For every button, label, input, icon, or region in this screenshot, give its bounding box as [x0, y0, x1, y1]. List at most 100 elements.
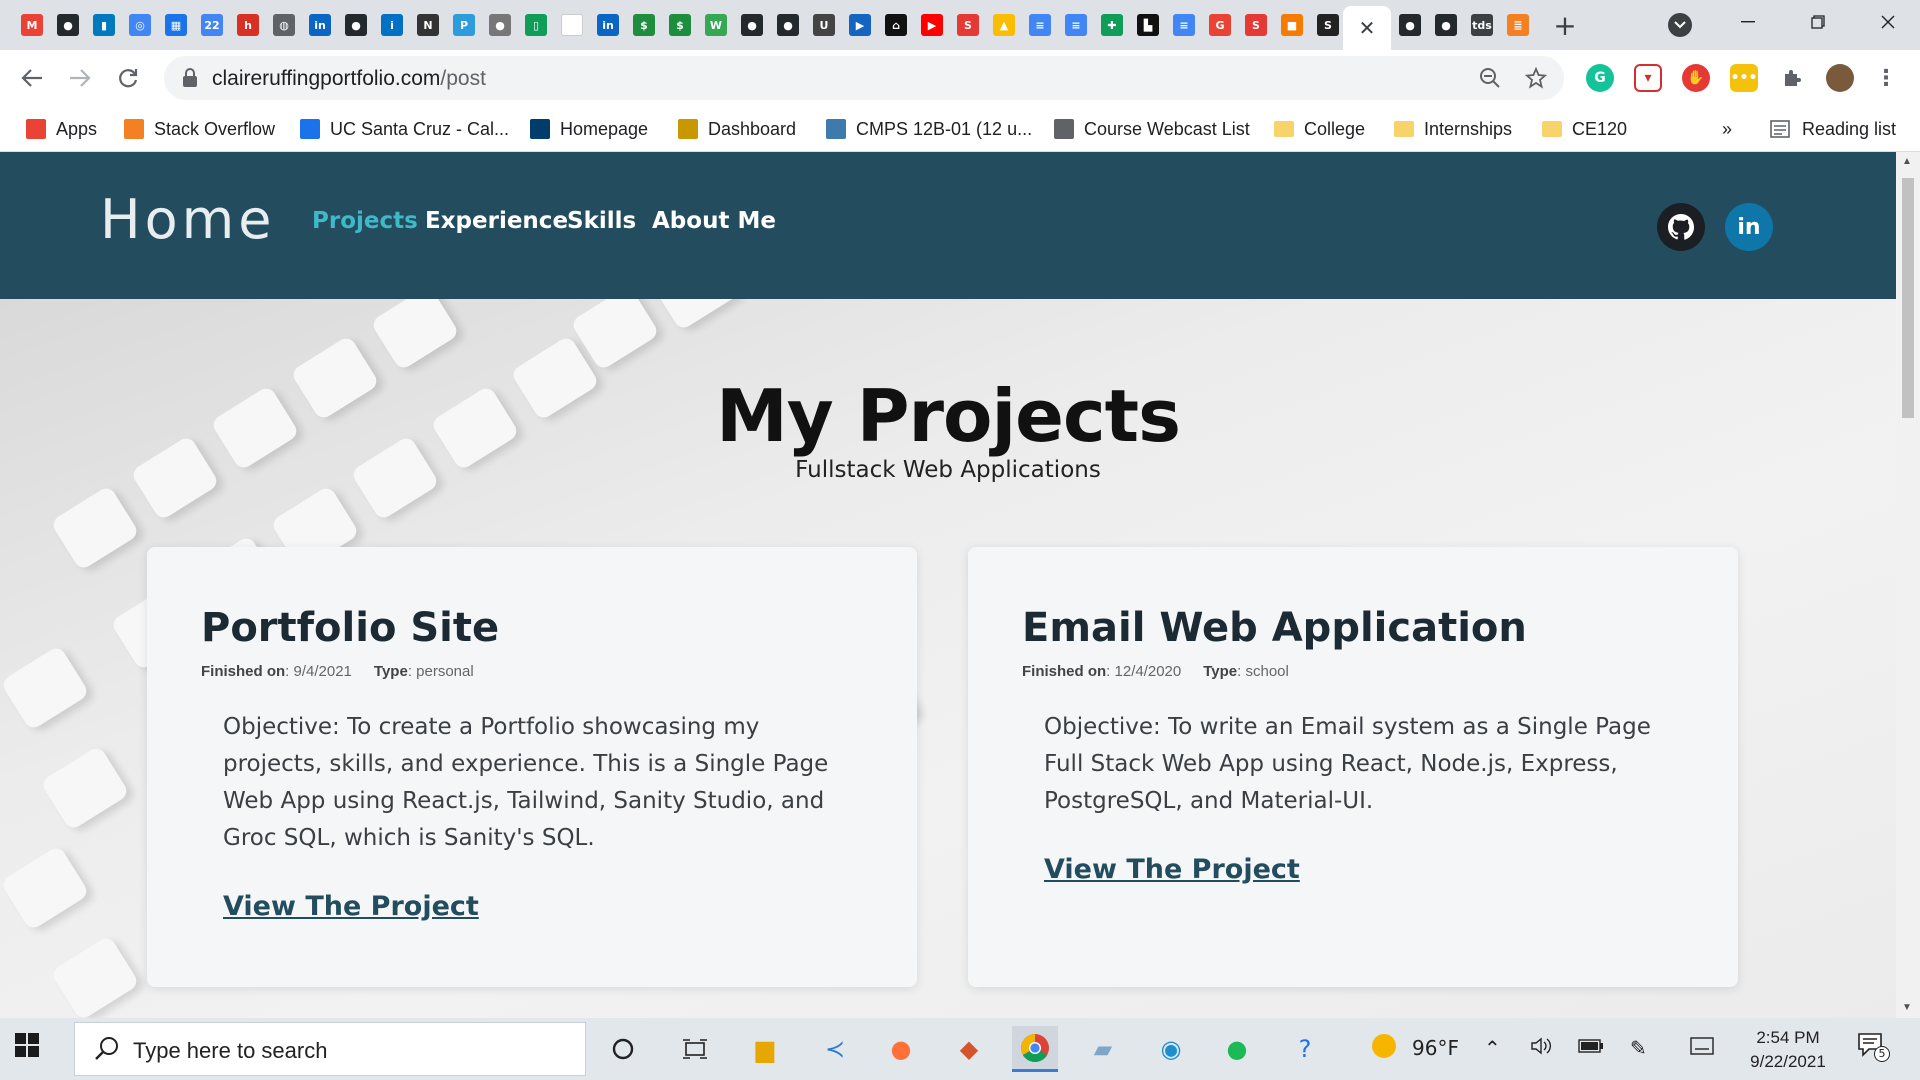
new-tab-button[interactable]: + — [1548, 8, 1582, 42]
scroll-up-arrow-icon[interactable]: ▲ — [1902, 156, 1912, 167]
volume-icon[interactable] — [1530, 1036, 1552, 1061]
file-explorer-taskbar-icon[interactable]: ▆ — [742, 1026, 788, 1072]
grammarly-extension-icon[interactable]: G — [1586, 64, 1614, 92]
tab[interactable]: S — [1238, 10, 1274, 40]
extensions-button[interactable] — [1778, 64, 1806, 92]
tab[interactable]: ● — [1392, 10, 1428, 40]
bookmark-star-button[interactable] — [1522, 64, 1550, 92]
github-link[interactable] — [1657, 203, 1705, 251]
yellow-extension-icon[interactable]: ••• — [1730, 64, 1758, 92]
tab[interactable]: ◎ — [122, 10, 158, 40]
tab[interactable]: h — [230, 10, 266, 40]
zoom-button[interactable] — [1476, 64, 1504, 92]
scrollbar-thumb[interactable] — [1902, 178, 1914, 418]
tab[interactable]: ● — [770, 10, 806, 40]
nav-projects[interactable]: Projects — [312, 208, 418, 234]
tab[interactable]: ▲ — [986, 10, 1022, 40]
active-tab[interactable]: ✕ — [1343, 6, 1391, 50]
close-window-button[interactable] — [1860, 0, 1916, 44]
tab[interactable]: ● — [482, 10, 518, 40]
weather-temp[interactable]: 96°F — [1412, 1036, 1459, 1060]
tray-overflow-icon[interactable]: ⌃ — [1484, 1036, 1501, 1060]
page-scrollbar[interactable]: ▲ ▼ — [1896, 152, 1920, 1018]
tab[interactable]: tds — [1464, 10, 1500, 40]
linkedin-link[interactable]: in — [1725, 203, 1773, 251]
tab[interactable]: S — [950, 10, 986, 40]
tab[interactable]: ▶ — [842, 10, 878, 40]
help-taskbar-icon[interactable]: ? — [1282, 1026, 1328, 1072]
tab[interactable]: ● — [734, 10, 770, 40]
task-view-button[interactable] — [672, 1026, 718, 1072]
back-button[interactable] — [14, 60, 50, 96]
tab[interactable]: $ — [626, 10, 662, 40]
tab[interactable]: ≣ — [1500, 10, 1536, 40]
tab[interactable]: i — [374, 10, 410, 40]
touch-keyboard-icon[interactable] — [1690, 1036, 1714, 1060]
browser-menu-button[interactable]: ⋮ — [1872, 64, 1900, 92]
tab[interactable]: in — [590, 10, 626, 40]
tab[interactable]: ▦ — [158, 10, 194, 40]
tab[interactable]: ▯ — [518, 10, 554, 40]
tab[interactable]: 22 — [194, 10, 230, 40]
address-bar[interactable]: claireruffingportfolio.com/post — [164, 56, 1564, 100]
bookmark-item[interactable]: CE120 — [1542, 114, 1627, 144]
start-button[interactable] — [14, 1032, 54, 1066]
scroll-down-arrow-icon[interactable]: ▼ — [1902, 1002, 1912, 1013]
cortana-button[interactable] — [600, 1026, 646, 1072]
bookmark-item[interactable]: Dashboard — [678, 114, 796, 144]
tab[interactable]: ≡ — [1166, 10, 1202, 40]
bookmark-item[interactable]: CMPS 12B-01 (12 u... — [826, 114, 1032, 144]
notifications-button[interactable]: 5 — [1856, 1030, 1890, 1065]
bookmark-item[interactable]: Homepage — [530, 114, 648, 144]
tab[interactable]: $ — [662, 10, 698, 40]
view-project-link[interactable]: View The Project — [223, 891, 479, 922]
forward-button[interactable] — [62, 60, 98, 96]
tab[interactable]: U — [806, 10, 842, 40]
nav-experience[interactable]: Experience — [425, 208, 568, 234]
system-clock[interactable]: 2:54 PM 9/22/2021 — [1740, 1026, 1836, 1074]
tab[interactable]: in — [302, 10, 338, 40]
bookmark-item[interactable]: UC Santa Cruz - Cal... — [300, 114, 509, 144]
minimize-button[interactable] — [1720, 0, 1776, 44]
edge-taskbar-icon[interactable]: ◉ — [1148, 1026, 1194, 1072]
tab[interactable]: ● — [50, 10, 86, 40]
tab[interactable] — [554, 10, 590, 40]
close-tab-icon[interactable]: ✕ — [1359, 16, 1376, 40]
bookmark-item[interactable]: Internships — [1394, 114, 1512, 144]
tab[interactable]: N — [410, 10, 446, 40]
tab[interactable]: W — [698, 10, 734, 40]
tab[interactable]: ✚ — [1094, 10, 1130, 40]
taskbar-search-box[interactable]: Type here to search — [74, 1022, 586, 1076]
spotify-taskbar-icon[interactable]: ● — [1214, 1026, 1260, 1072]
bookmark-item[interactable]: College — [1274, 114, 1365, 144]
home-link[interactable]: Home — [100, 188, 275, 251]
tab-search-button[interactable] — [1668, 13, 1692, 37]
reload-button[interactable] — [110, 60, 146, 96]
view-project-link[interactable]: View The Project — [1044, 854, 1300, 885]
restore-button[interactable] — [1790, 0, 1846, 44]
profile-avatar[interactable] — [1826, 64, 1854, 92]
tab[interactable]: ● — [1428, 10, 1464, 40]
tab[interactable]: ≡ — [1022, 10, 1058, 40]
tab[interactable]: ▶ — [914, 10, 950, 40]
nav-about-me[interactable]: About Me — [652, 208, 776, 234]
tab[interactable]: ■ — [1274, 10, 1310, 40]
tab[interactable]: ● — [338, 10, 374, 40]
pen-icon[interactable]: ✎ — [1630, 1036, 1647, 1060]
chrome-taskbar-icon[interactable] — [1012, 1026, 1058, 1072]
battery-icon[interactable] — [1578, 1036, 1604, 1060]
adblock-extension-icon[interactable]: ✋ — [1682, 64, 1710, 92]
firefox-taskbar-icon[interactable]: ● — [878, 1026, 924, 1072]
tab[interactable]: S — [1310, 10, 1346, 40]
weather-sun-icon[interactable] — [1370, 1032, 1398, 1065]
tab[interactable]: P — [446, 10, 482, 40]
nav-skills[interactable]: Skills — [567, 208, 636, 234]
reading-list-button[interactable]: Reading list — [1770, 114, 1896, 144]
tab[interactable]: ▙ — [1130, 10, 1166, 40]
bookmark-item[interactable]: Stack Overflow — [124, 114, 275, 144]
pocket-extension-icon[interactable]: ▾ — [1634, 64, 1662, 92]
tab[interactable]: ≡ — [1058, 10, 1094, 40]
git-taskbar-icon[interactable]: ◆ — [946, 1026, 992, 1072]
url-text[interactable]: claireruffingportfolio.com/post — [212, 67, 486, 91]
tab[interactable]: ▮ — [86, 10, 122, 40]
